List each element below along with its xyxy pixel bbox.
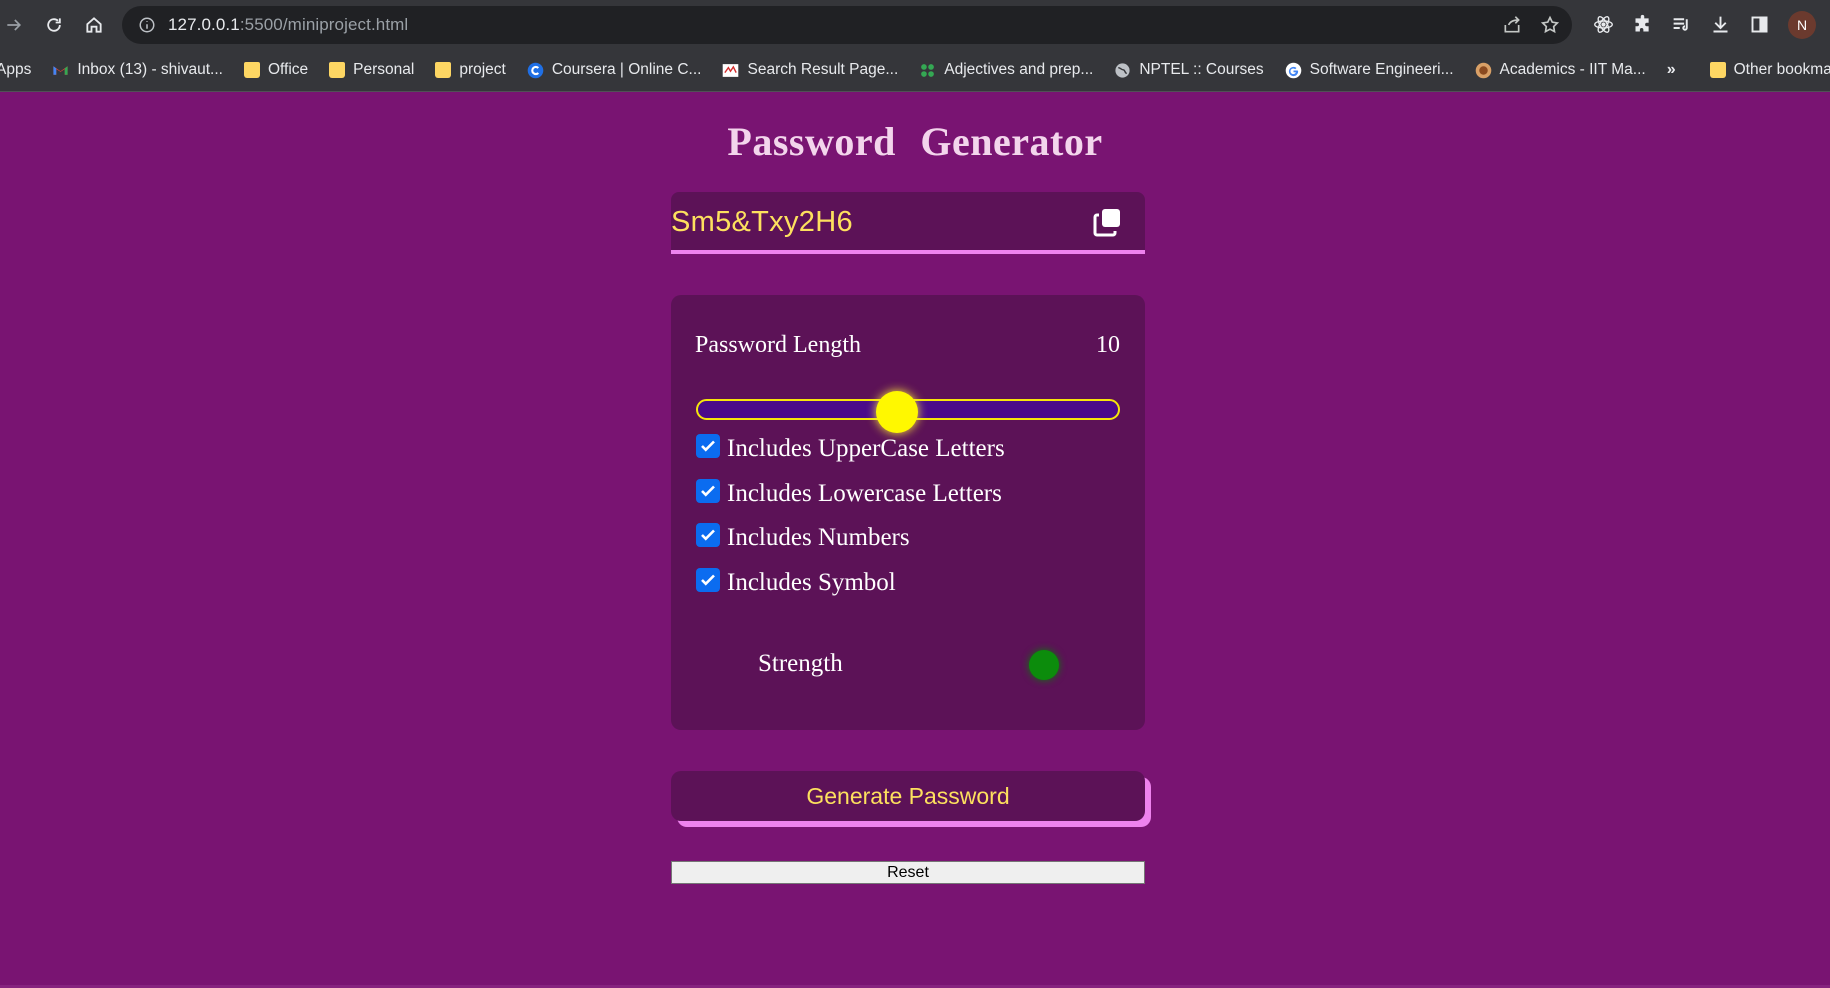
bookmark-apps[interactable]: Apps — [0, 61, 31, 79]
bookmark-office[interactable]: Office — [243, 61, 309, 79]
checkmark-icon — [701, 440, 715, 452]
profile-avatar[interactable]: N — [1788, 10, 1816, 39]
url-text: 127.0.0.1:5500/miniproject.html — [168, 15, 409, 34]
bookmark-label: Personal — [353, 61, 415, 78]
side-panel-icon[interactable] — [1749, 14, 1770, 35]
address-bar[interactable]: 127.0.0.1:5500/miniproject.html — [122, 6, 1572, 44]
bookmark-nptel[interactable]: NPTEL :: Courses — [1114, 61, 1264, 79]
globe-icon — [1115, 62, 1130, 78]
bookmark-coursera[interactable]: Coursera | Online C... — [527, 61, 702, 79]
password-length-value: 10 — [1096, 332, 1120, 358]
password-display: Sm5&Txy2H6 — [671, 192, 1145, 254]
folder-icon — [243, 62, 260, 78]
checkmark-icon — [701, 574, 715, 586]
bookmark-other[interactable]: Other bookma — [1709, 61, 1830, 79]
bookmark-label: Apps — [0, 61, 32, 78]
numbers-label: Includes Numbers — [727, 524, 910, 551]
bookmark-gmail[interactable]: Inbox (13) - shivaut... — [52, 61, 223, 79]
site-info-icon[interactable] — [138, 16, 156, 34]
bookmark-personal[interactable]: Personal — [329, 61, 414, 79]
reload-icon — [47, 17, 61, 32]
bookmark-project[interactable]: project — [435, 61, 506, 79]
bookmark-adjectives[interactable]: Adjectives and prep... — [919, 61, 1093, 79]
bookmark-software-engineering[interactable]: Software Engineeri... — [1285, 61, 1454, 79]
bookmarks-overflow-button[interactable]: » — [1667, 61, 1676, 79]
length-slider-thumb[interactable] — [875, 391, 918, 433]
checkmark-icon — [701, 529, 715, 541]
coursera-icon — [527, 62, 544, 78]
folder-icon — [1709, 62, 1726, 78]
bookmark-academics[interactable]: Academics - IIT Ma... — [1475, 61, 1646, 79]
checkmark-icon — [701, 485, 715, 497]
bookmark-label: Inbox (13) - shivaut... — [77, 61, 223, 78]
bookmark-label: Coursera | Online C... — [551, 61, 702, 78]
extensions-icon[interactable] — [1632, 14, 1653, 35]
share-icon[interactable] — [1502, 15, 1522, 35]
home-button[interactable] — [74, 5, 114, 45]
bookmark-label: NPTEL :: Courses — [1139, 61, 1264, 78]
gmail-icon — [53, 65, 68, 75]
option-uppercase[interactable]: Includes UpperCase Letters — [696, 434, 1005, 463]
bookmark-label: Academics - IIT Ma... — [1499, 61, 1646, 78]
media-queue-icon[interactable] — [1671, 14, 1692, 35]
bookmark-label: Adjectives and prep... — [944, 61, 1094, 78]
iit-logo-icon — [1475, 62, 1491, 78]
strength-indicator — [1029, 650, 1059, 680]
lowercase-label: Includes Lowercase Letters — [727, 480, 1002, 507]
option-symbol[interactable]: Includes Symbol — [696, 568, 896, 597]
copy-button[interactable] — [1091, 206, 1123, 238]
arrow-right-icon — [7, 18, 22, 31]
bookmark-label: Other bookma — [1733, 61, 1830, 78]
generate-password-button[interactable]: Generate Password — [671, 771, 1145, 821]
settings-panel: Password Length 10 Includes UpperCase Le… — [671, 295, 1145, 730]
numbers-checkbox[interactable] — [696, 523, 720, 547]
uppercase-label: Includes UpperCase Letters — [727, 435, 1005, 462]
folder-icon — [329, 62, 346, 78]
classroom-icon — [921, 63, 935, 77]
symbol-label: Includes Symbol — [727, 569, 896, 596]
react-devtools-icon[interactable] — [1593, 14, 1614, 35]
home-icon — [86, 16, 102, 33]
copy-icon — [1093, 209, 1120, 237]
download-icon[interactable] — [1710, 14, 1731, 35]
option-numbers[interactable]: Includes Numbers — [696, 523, 910, 552]
strength-label: Strength — [758, 650, 843, 677]
bookmark-label: Software Engineeri... — [1309, 61, 1454, 78]
password-length-label: Password Length — [695, 332, 861, 358]
uppercase-checkbox[interactable] — [696, 434, 720, 458]
star-icon[interactable] — [1540, 15, 1560, 35]
symbol-checkbox[interactable] — [696, 568, 720, 592]
reload-button[interactable] — [34, 5, 74, 45]
forward-button[interactable] — [0, 5, 34, 45]
lowercase-checkbox[interactable] — [696, 479, 720, 503]
bookmark-label: project — [459, 61, 506, 78]
google-icon — [1285, 62, 1301, 78]
browser-toolbar: 127.0.0.1:5500/miniproject.html N — [0, 0, 1830, 49]
bookmark-label: Search Result Page... — [747, 61, 899, 78]
bookmarks-bar: Apps Inbox (13) - shivaut... Office Pers… — [0, 49, 1830, 92]
reset-button[interactable]: Reset — [671, 861, 1145, 884]
folder-icon — [435, 62, 452, 78]
password-output: Sm5&Txy2H6 — [671, 206, 853, 238]
bookmark-label: Office — [267, 61, 309, 78]
page-title: Password Generator — [727, 119, 1103, 164]
site-logo-icon — [723, 63, 739, 77]
bookmark-search-result[interactable]: Search Result Page... — [722, 61, 898, 79]
option-lowercase[interactable]: Includes Lowercase Letters — [696, 479, 1002, 508]
